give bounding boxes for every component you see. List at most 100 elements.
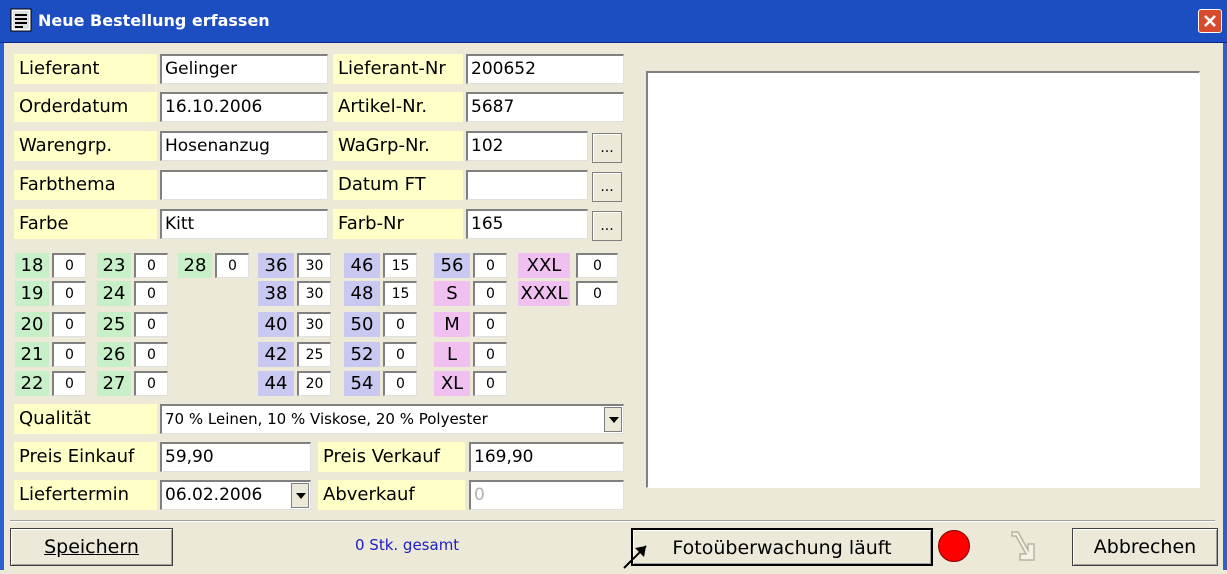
qualitaet-label: Qualität	[14, 404, 157, 434]
size-qty-field[interactable]: 0	[52, 342, 86, 367]
cursor-arrow-icon	[620, 540, 650, 570]
size-label: 44	[258, 371, 294, 396]
lieferant-field[interactable]: Gelinger	[160, 54, 328, 84]
size-label: 52	[344, 342, 380, 367]
close-icon	[1204, 15, 1216, 27]
farb-nr-field[interactable]: 165	[466, 209, 588, 239]
farbthema-field[interactable]	[160, 170, 328, 200]
liefertermin-datepicker[interactable]: 06.02.2006	[160, 480, 311, 510]
size-label: 19	[15, 281, 49, 306]
size-qty-field[interactable]: 0	[383, 342, 417, 367]
size-qty-field[interactable]: 0	[134, 342, 168, 367]
preis-einkauf-field[interactable]: 59,90	[160, 442, 311, 472]
size-label: 22	[15, 371, 49, 396]
size-label: XL	[434, 371, 470, 396]
size-label: 46	[344, 253, 380, 278]
size-label: XXXL	[518, 281, 570, 306]
size-qty-field[interactable]: 0	[473, 253, 507, 278]
photo-preview-area	[646, 71, 1200, 488]
size-qty-field[interactable]: 0	[473, 281, 507, 306]
wagrp-browse-button[interactable]: ...	[592, 133, 622, 163]
size-label: M	[434, 312, 470, 337]
title-bar: Neue Bestellung erfassen	[0, 0, 1227, 43]
orderdatum-label: Orderdatum	[14, 92, 157, 122]
size-label: S	[434, 281, 470, 306]
save-button[interactable]: Speichern	[10, 528, 173, 566]
farbe-label: Farbe	[14, 209, 157, 239]
lieferant-nr-label: Lieferant-Nr	[333, 54, 463, 84]
size-qty-field[interactable]: 0	[473, 371, 507, 396]
size-label: XXL	[518, 253, 570, 278]
size-qty-field[interactable]: 15	[383, 253, 417, 278]
chevron-down-icon[interactable]	[604, 407, 622, 432]
farbe-field[interactable]: Kitt	[160, 209, 328, 239]
photo-monitoring-button[interactable]: Fotoüberwachung läuft	[631, 528, 933, 566]
cancel-button[interactable]: Abbrechen	[1072, 528, 1218, 566]
total-count-text: 0 Stk. gesamt	[355, 536, 460, 554]
footer-divider	[10, 520, 1215, 522]
size-label: 50	[344, 312, 380, 337]
size-label: 28	[178, 253, 212, 278]
size-qty-field[interactable]: 25	[297, 342, 331, 367]
size-qty-field[interactable]: 0	[52, 312, 86, 337]
preis-verkauf-field[interactable]: 169,90	[469, 442, 624, 472]
save-button-label: Speichern	[44, 536, 139, 558]
recording-indicator	[938, 530, 970, 562]
size-qty-field[interactable]: 0	[215, 253, 249, 278]
farbthema-label: Farbthema	[14, 170, 157, 200]
close-button[interactable]	[1198, 9, 1222, 33]
liefertermin-value: 06.02.2006	[165, 485, 263, 505]
size-qty-field[interactable]: 0	[52, 253, 86, 278]
artikel-nr-field[interactable]: 5687	[466, 92, 624, 122]
wagrp-nr-field[interactable]: 102	[466, 131, 588, 161]
size-label: 42	[258, 342, 294, 367]
farb-nr-browse-button[interactable]: ...	[592, 211, 622, 241]
lieferant-label: Lieferant	[14, 54, 157, 84]
window-title: Neue Bestellung erfassen	[38, 11, 270, 30]
datum-ft-label: Datum FT	[333, 170, 463, 200]
qualitaet-value: 70 % Leinen, 10 % Viskose, 20 % Polyeste…	[165, 410, 488, 428]
qualitaet-select[interactable]: 70 % Leinen, 10 % Viskose, 20 % Polyeste…	[160, 404, 624, 434]
size-qty-field[interactable]: 0	[576, 281, 618, 306]
artikel-nr-label: Artikel-Nr.	[333, 92, 463, 122]
warengrp-field[interactable]: Hosenanzug	[160, 131, 328, 161]
size-label: 48	[344, 281, 380, 306]
size-qty-field[interactable]: 0	[383, 371, 417, 396]
size-qty-field[interactable]: 0	[576, 253, 618, 278]
size-label: 20	[15, 312, 49, 337]
orderdatum-field[interactable]: 16.10.2006	[160, 92, 328, 122]
size-qty-field[interactable]: 15	[383, 281, 417, 306]
size-label: L	[434, 342, 470, 367]
abverkauf-label: Abverkauf	[318, 480, 465, 510]
size-label: 18	[15, 253, 49, 278]
size-qty-field[interactable]: 0	[383, 312, 417, 337]
size-label: 26	[97, 342, 131, 367]
warengrp-label: Warengrp.	[14, 131, 157, 161]
size-qty-field[interactable]: 0	[134, 312, 168, 337]
size-qty-field[interactable]: 0	[134, 253, 168, 278]
datum-ft-field[interactable]	[466, 170, 588, 200]
size-qty-field[interactable]: 30	[297, 281, 331, 306]
preis-verkauf-label: Preis Verkauf	[318, 442, 465, 472]
form-icon	[10, 8, 32, 32]
size-qty-field[interactable]: 30	[297, 253, 331, 278]
size-qty-field[interactable]: 0	[52, 281, 86, 306]
preis-einkauf-label: Preis Einkauf	[14, 442, 157, 472]
chevron-down-icon[interactable]	[291, 483, 309, 508]
size-qty-field[interactable]: 30	[297, 312, 331, 337]
window-border-left	[0, 43, 4, 570]
farb-nr-label: Farb-Nr	[333, 209, 463, 239]
lieferant-nr-field[interactable]: 200652	[466, 54, 624, 84]
datum-ft-browse-button[interactable]: ...	[592, 172, 622, 202]
size-label: 23	[97, 253, 131, 278]
size-qty-field[interactable]: 0	[52, 371, 86, 396]
size-label: 27	[97, 371, 131, 396]
transfer-arrow-icon[interactable]	[1004, 526, 1044, 566]
size-label: 38	[258, 281, 294, 306]
size-qty-field[interactable]: 0	[473, 342, 507, 367]
size-qty-field[interactable]: 20	[297, 371, 331, 396]
size-qty-field[interactable]: 0	[473, 312, 507, 337]
size-label: 54	[344, 371, 380, 396]
size-qty-field[interactable]: 0	[134, 371, 168, 396]
size-qty-field[interactable]: 0	[134, 281, 168, 306]
